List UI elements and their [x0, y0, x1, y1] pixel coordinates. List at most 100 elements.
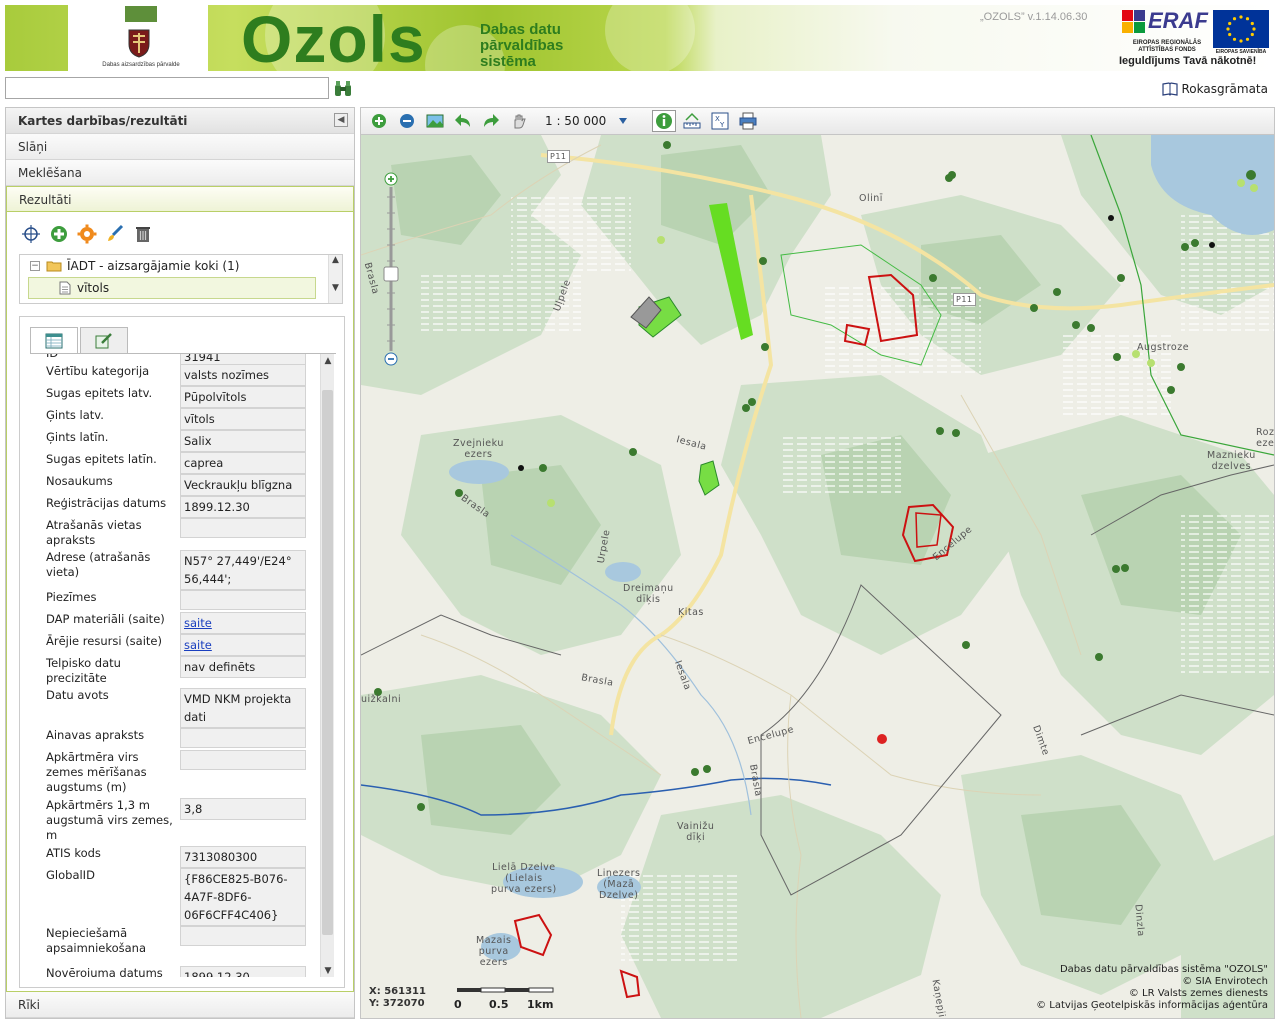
coordinate-icon: XY	[711, 112, 729, 130]
map-label: Liņezers (Mazā Dzelve)	[597, 868, 641, 901]
attribute-value: 3,8	[180, 798, 306, 820]
print-icon	[739, 112, 757, 130]
attribute-value: 1899.12.30	[180, 966, 306, 977]
slogan: Ieguldījums Tavā nākotnē!	[1119, 55, 1257, 67]
attribute-label: Ģints latv.	[46, 408, 104, 422]
emblem-caption: Dabas aizsardzības pārvalde	[102, 62, 180, 68]
attribute-label: Sugas epitets latīn.	[46, 452, 157, 466]
svg-text:Y: Y	[719, 121, 725, 129]
attribute-value: 1899.12.30	[180, 496, 306, 518]
section-layers[interactable]: Slāņi	[6, 134, 354, 160]
back-button[interactable]	[451, 110, 475, 132]
map-canvas[interactable]: P11 Olinī P11 Augstroze Brasla Uļpele Zv…	[361, 135, 1274, 1018]
scale-value: 1 : 50 000	[545, 114, 607, 128]
attribute-link[interactable]: saite	[184, 638, 212, 652]
map-label: Olinī	[859, 193, 883, 204]
coord-x: X: 561311	[369, 986, 426, 997]
manual-label: Rokasgrāmata	[1181, 82, 1269, 96]
scalebar-label-0: 0	[454, 998, 462, 1011]
pan-button[interactable]	[507, 110, 531, 132]
attribute-list: ID 31941 Vērtību kategorija valsts nozīmes S…	[30, 353, 336, 977]
panel-title: Kartes darbības/rezultāti	[18, 114, 188, 128]
attribute-value: Pūpolvītols	[180, 386, 306, 408]
cursor-coordinates: X: 561311 Y: 372070	[369, 986, 426, 1010]
coord-y: Y: 372070	[369, 998, 425, 1009]
flag-icon	[125, 6, 157, 22]
map-label: Roz eze	[1256, 427, 1274, 449]
tree-item-row[interactable]: vītols	[28, 277, 316, 299]
tree-scrollbar[interactable]: ▲ ▼	[328, 255, 342, 303]
attribute-value	[180, 518, 306, 538]
attribute-label: Piezīmes	[46, 590, 97, 604]
attribute-tabs	[30, 327, 128, 354]
attribute-label: Nosaukums	[46, 474, 113, 488]
binoculars-icon[interactable]	[333, 79, 353, 99]
attribute-value[interactable]: saite	[180, 634, 306, 656]
tree-group-row[interactable]: − ĪADT - aizsargājamie koki (1)	[20, 255, 342, 277]
header-banner: Dabas aizsardzības pārvalde Ozols Dabas …	[0, 0, 1280, 74]
attribute-label: Atrašanās vietas apraksts	[46, 518, 142, 547]
settings-icon[interactable]	[77, 224, 97, 244]
folder-icon	[46, 261, 62, 272]
zoom-out-icon	[400, 114, 414, 128]
attribute-label: Ģints latīn.	[46, 430, 109, 444]
tab-edit[interactable]	[80, 327, 128, 353]
attribute-label: Novērojuma datums	[46, 966, 163, 977]
collapse-panel-icon[interactable]: ◀	[334, 113, 348, 127]
measure-button[interactable]	[680, 110, 704, 132]
attribute-label: Adrese (atrašanās vieta)	[46, 550, 151, 579]
print-button[interactable]	[736, 110, 760, 132]
zoom-plus-icon[interactable]	[49, 224, 69, 244]
results-toolbar	[21, 224, 153, 244]
tree-item-label: vītols	[77, 281, 110, 295]
collapse-toggle-icon[interactable]: −	[30, 261, 40, 271]
attribute-label: Telpisko datu precizitāte	[46, 656, 121, 685]
panel-header: Kartes darbības/rezultāti ◀	[6, 108, 354, 134]
attribute-label: Reģistrācijas datums	[46, 496, 167, 510]
table-icon	[45, 333, 63, 349]
attribute-label: Nepieciešamā apsaimniekošana	[46, 926, 147, 955]
attribute-value	[180, 750, 306, 770]
tab-table[interactable]	[30, 327, 78, 354]
attributes-panel: ID 31941 Vērtību kategorija valsts nozīmes S…	[19, 316, 345, 988]
attribute-value: nav definēts	[180, 656, 306, 678]
map-label: P11	[547, 150, 570, 163]
info-icon	[656, 113, 673, 129]
zoom-in-icon	[372, 114, 386, 128]
attribute-label: Vērtību kategorija	[46, 364, 150, 378]
map-label: Vainižu dīķi	[677, 821, 715, 843]
scale-bar	[457, 987, 554, 993]
attribute-value: caprea	[180, 452, 306, 474]
measure-icon	[683, 112, 701, 129]
attribute-value[interactable]: saite	[180, 612, 306, 634]
attribute-label: Apkārtmērs 1,3 m augstumā virs zemes, m	[46, 798, 173, 842]
zoom-out-button[interactable]	[395, 110, 419, 132]
scale-dropdown[interactable]: 1 : 50 000	[535, 114, 634, 128]
zoom-in-button[interactable]	[367, 110, 391, 132]
brush-icon[interactable]	[105, 224, 125, 244]
attribute-label: GlobalID	[46, 868, 95, 882]
section-search[interactable]: Meklēšana	[6, 160, 354, 186]
forward-button[interactable]	[479, 110, 503, 132]
map-toolbar: 1 : 50 000 XY	[361, 108, 1274, 135]
attribute-link[interactable]: saite	[184, 616, 212, 630]
book-icon	[1161, 82, 1178, 96]
crosshair-icon[interactable]	[21, 224, 41, 244]
results-tree: − ĪADT - aizsargājamie koki (1) vītols ▲…	[19, 254, 343, 304]
trash-icon[interactable]	[133, 224, 153, 244]
coat-of-arms-icon	[128, 29, 150, 58]
manual-link[interactable]: Rokasgrāmata	[1161, 82, 1269, 96]
attribute-scrollbar[interactable]: ▲ ▼	[320, 354, 334, 977]
map-label: Augstroze	[1137, 342, 1190, 353]
attribute-value: 7313080300	[180, 846, 306, 868]
full-extent-button[interactable]	[423, 110, 447, 132]
search-input[interactable]	[5, 77, 329, 99]
coordinate-button[interactable]: XY	[708, 110, 732, 132]
info-button[interactable]	[652, 110, 677, 132]
section-tools[interactable]: Rīki	[6, 992, 354, 1018]
attribute-label: Sugas epitets latv.	[46, 386, 153, 400]
map-label: uižkalni	[361, 694, 402, 705]
section-results[interactable]: Rezultāti	[6, 186, 354, 212]
scalebar-label-mid: 0.5	[489, 998, 509, 1011]
eraf-caption: EIROPAS REĢIONĀLĀS ATTĪSTĪBAS FONDS	[1132, 40, 1202, 53]
